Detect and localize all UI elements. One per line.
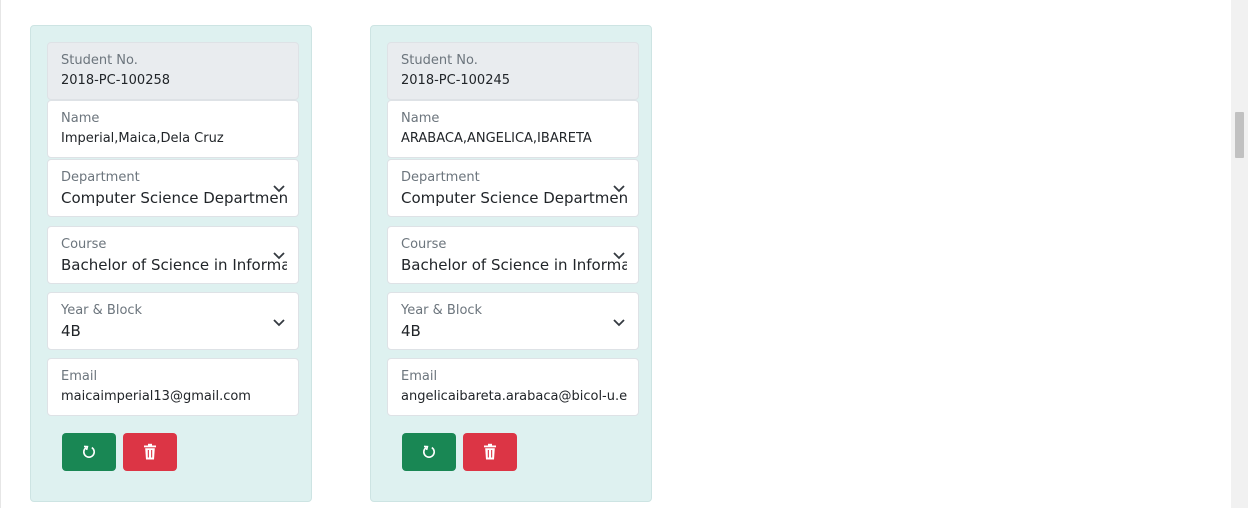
student-no-label: Student No. (401, 53, 478, 68)
department-select[interactable]: Department Computer Science Department (387, 159, 639, 217)
year-block-select[interactable]: Year & Block 4B (47, 292, 299, 350)
delete-button[interactable] (463, 433, 517, 471)
year-block-select[interactable]: Year & Block 4B (387, 292, 639, 350)
student-no-value: 2018-PC-100258 (61, 73, 171, 88)
reset-button[interactable] (62, 433, 116, 471)
course-value: Bachelor of Science in Information Techn… (401, 256, 627, 274)
department-value: Computer Science Department (61, 189, 287, 207)
department-label: Department (401, 170, 480, 185)
student-no-label: Student No. (61, 53, 138, 68)
student-no-value: 2018-PC-100245 (401, 73, 511, 88)
delete-button[interactable] (123, 433, 177, 471)
name-field[interactable]: Name Imperial,Maica,Dela Cruz (47, 100, 299, 158)
reset-icon (423, 445, 435, 458)
reset-icon (83, 445, 95, 458)
name-label: Name (61, 111, 100, 126)
year-block-label: Year & Block (61, 303, 143, 318)
department-label: Department (61, 170, 140, 185)
year-block-value: 4B (61, 322, 81, 340)
email-field[interactable]: Email maicaimperial13@gmail.com (47, 358, 299, 416)
student-card: Student No. 2018-PC-100258 Name Imperial… (30, 25, 312, 502)
course-label: Course (401, 237, 447, 252)
email-field[interactable]: Email angelicaibareta.arabaca@bicol-u.ed… (387, 358, 639, 416)
left-border (0, 0, 1, 508)
name-value: Imperial,Maica,Dela Cruz (61, 131, 224, 146)
department-value: Computer Science Department (401, 189, 627, 207)
email-value: angelicaibareta.arabaca@bicol-u.edu.ph (401, 389, 627, 404)
chevron-down-icon (613, 252, 625, 260)
reset-button[interactable] (402, 433, 456, 471)
email-label: Email (61, 369, 98, 384)
course-select[interactable]: Course Bachelor of Science in Informatio… (387, 226, 639, 284)
page-scrollbar[interactable] (1231, 0, 1248, 508)
email-value: maicaimperial13@gmail.com (61, 389, 251, 404)
scrollbar-thumb[interactable] (1235, 112, 1244, 158)
student-list-page: Student No. 2018-PC-100258 Name Imperial… (0, 0, 1248, 508)
chevron-down-icon (613, 185, 625, 193)
chevron-down-icon (273, 252, 285, 260)
name-label: Name (401, 111, 440, 126)
student-card: Student No. 2018-PC-100245 Name ARABACA,… (370, 25, 652, 502)
year-block-value: 4B (401, 322, 421, 340)
trash-icon (144, 443, 156, 460)
course-label: Course (61, 237, 107, 252)
name-field[interactable]: Name ARABACA,ANGELICA,IBARETA (387, 100, 639, 158)
chevron-down-icon (273, 185, 285, 193)
chevron-down-icon (613, 319, 625, 327)
email-label: Email (401, 369, 438, 384)
course-value: Bachelor of Science in Information Techn… (61, 256, 287, 274)
name-value: ARABACA,ANGELICA,IBARETA (401, 131, 592, 146)
chevron-down-icon (273, 319, 285, 327)
department-select[interactable]: Department Computer Science Department (47, 159, 299, 217)
course-select[interactable]: Course Bachelor of Science in Informatio… (47, 226, 299, 284)
student-no-field: Student No. 2018-PC-100258 (47, 42, 299, 100)
trash-icon (484, 443, 496, 460)
year-block-label: Year & Block (401, 303, 483, 318)
student-no-field: Student No. 2018-PC-100245 (387, 42, 639, 100)
